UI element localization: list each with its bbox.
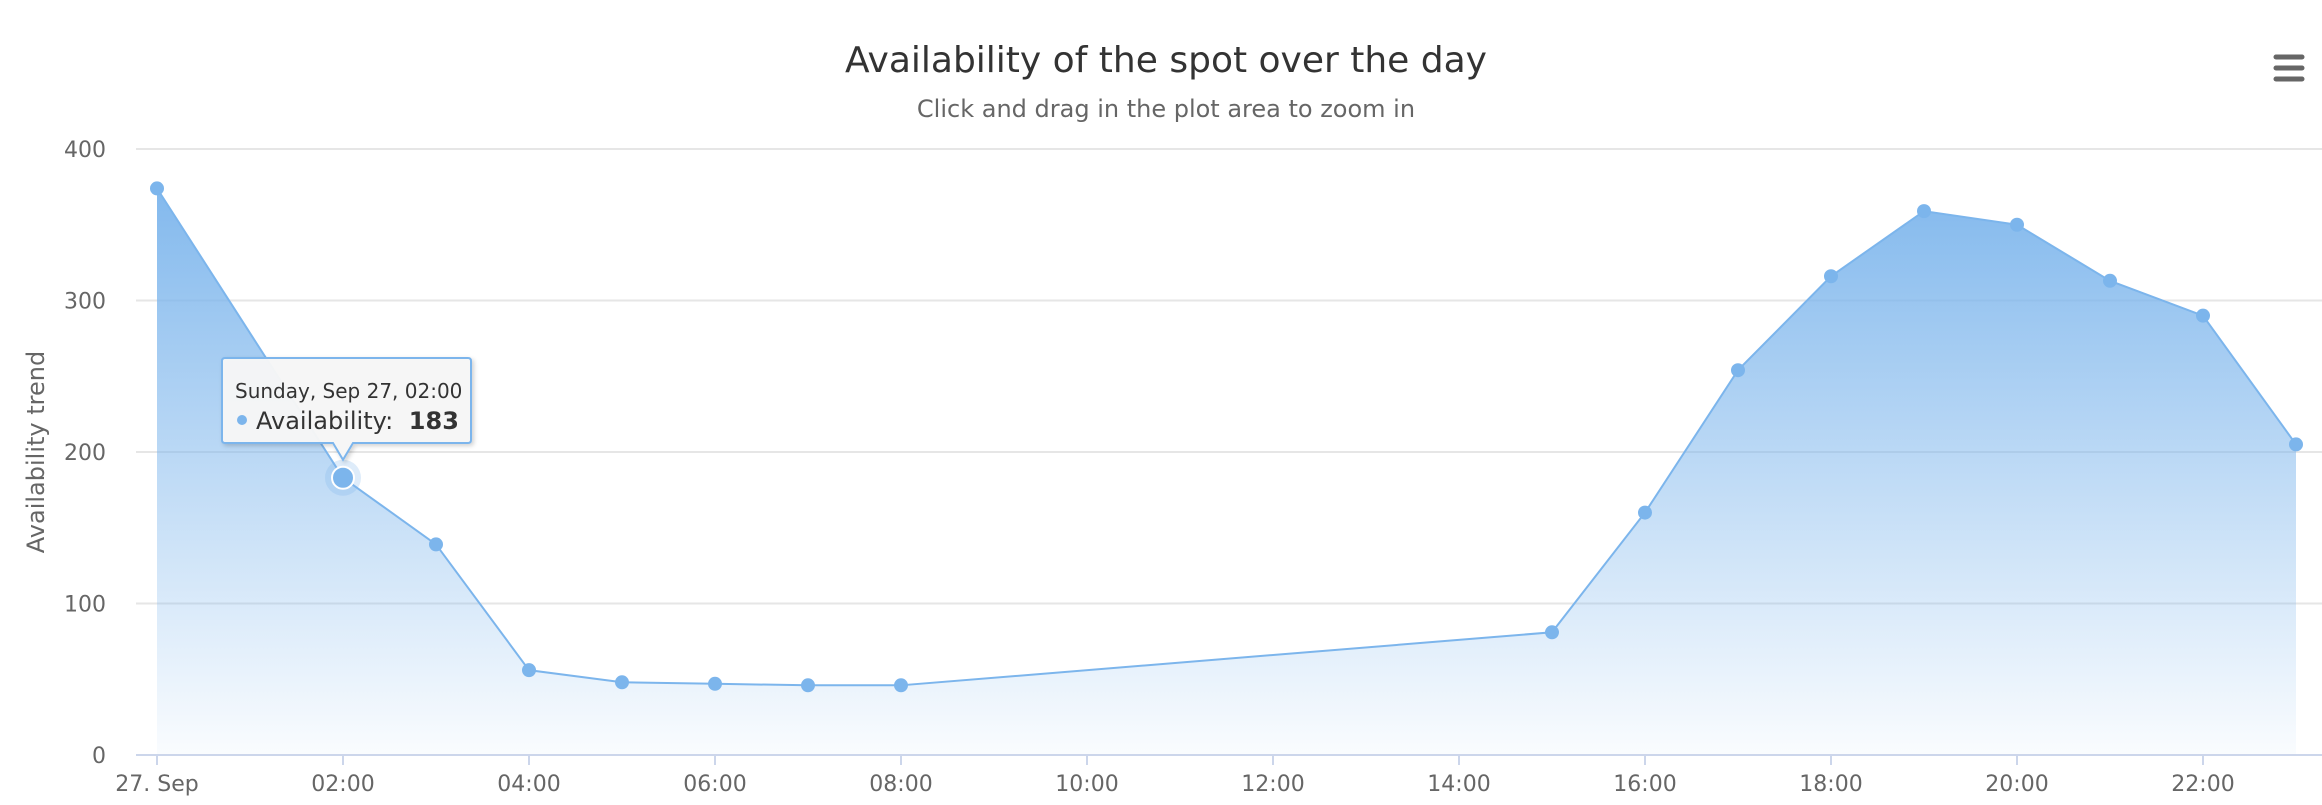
chart-container: Availability of the spot over the day Cl… (0, 0, 2322, 801)
series-area (156, 187, 2297, 755)
y-axis-label: Availability trend (22, 351, 50, 553)
x-tick-label: 20:00 (1985, 772, 2048, 797)
data-point[interactable] (2196, 308, 2210, 323)
data-point[interactable] (708, 676, 722, 691)
tooltip-series-label: Availability: (256, 407, 393, 435)
data-point[interactable] (429, 537, 443, 552)
tooltip-value-line: Availability: 183 (256, 407, 459, 435)
x-tick-label: 22:00 (2171, 772, 2234, 797)
x-tick-label: 06:00 (683, 772, 746, 797)
y-tick-label: 100 (64, 593, 106, 618)
y-tick-label: 400 (64, 138, 106, 163)
y-tick-label: 200 (64, 441, 106, 466)
chart-svg[interactable]: Availability of the spot over the day Cl… (0, 0, 2322, 801)
chart-menu-button[interactable] (2264, 46, 2312, 90)
data-point[interactable] (2103, 273, 2117, 288)
series-area-fill (157, 188, 2296, 755)
x-tick-label: 14:00 (1427, 772, 1490, 797)
x-tick-label: 12:00 (1241, 772, 1304, 797)
data-point[interactable] (1731, 363, 1745, 378)
x-tick-label: 02:00 (311, 772, 374, 797)
chart-title: Availability of the spot over the day (845, 40, 1487, 81)
data-point[interactable] (801, 678, 815, 693)
tooltip-header: Sunday, Sep 27, 02:00 (235, 379, 462, 403)
tooltip-series-marker (237, 415, 247, 425)
data-point[interactable] (1824, 269, 1838, 284)
y-tick-label: 0 (92, 744, 106, 769)
x-tick-label: 16:00 (1613, 772, 1676, 797)
data-point[interactable] (1545, 625, 1559, 640)
data-point[interactable] (2289, 437, 2303, 452)
data-point[interactable] (2010, 217, 2024, 232)
y-tick-label: 300 (64, 290, 106, 315)
x-tick-label: 18:00 (1799, 772, 1862, 797)
data-point[interactable] (1638, 505, 1652, 520)
chart-subtitle: Click and drag in the plot area to zoom … (917, 95, 1415, 123)
data-point[interactable] (150, 181, 164, 196)
data-point[interactable] (1917, 204, 1931, 219)
data-point-hovered[interactable] (331, 465, 355, 490)
data-point[interactable] (522, 663, 536, 678)
tooltip-value: 183 (409, 407, 459, 435)
x-tick-label: 08:00 (869, 772, 932, 797)
data-point[interactable] (615, 675, 629, 690)
x-tick-label: 10:00 (1055, 772, 1118, 797)
x-tick-label: 27. Sep (115, 772, 198, 797)
x-tick-label: 04:00 (497, 772, 560, 797)
data-point[interactable] (894, 678, 908, 693)
